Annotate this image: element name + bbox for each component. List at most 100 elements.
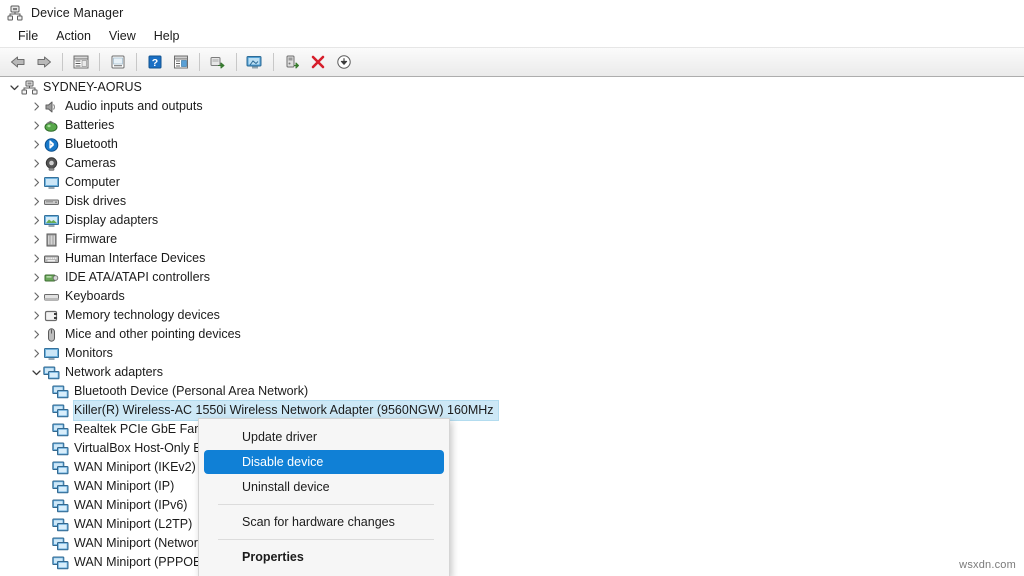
menu-file[interactable]: File bbox=[9, 27, 47, 45]
toolbar-view[interactable] bbox=[169, 51, 193, 74]
menu-action[interactable]: Action bbox=[47, 27, 100, 45]
toolbar-separator-5 bbox=[236, 53, 237, 71]
toolbar-separator-6 bbox=[273, 53, 274, 71]
toolbar-console-tree[interactable] bbox=[69, 51, 93, 74]
device-tree[interactable]: SYDNEY-AORUS Audio inputs and outputs bbox=[0, 78, 1024, 576]
firmware-icon bbox=[43, 232, 60, 248]
chevron-right-icon[interactable] bbox=[30, 176, 43, 189]
mouse-icon bbox=[43, 327, 60, 343]
network-device-icon bbox=[52, 479, 69, 495]
toolbar-help[interactable]: ? bbox=[143, 51, 167, 74]
chevron-right-icon[interactable] bbox=[30, 157, 43, 170]
tree-item-virtualbox-host-only-ethernet-adapter[interactable]: VirtualBox Host-Only Ethernet Adapter bbox=[0, 439, 1024, 458]
monitor-icon bbox=[43, 346, 60, 362]
scan-hardware-changes-icon bbox=[245, 54, 265, 70]
tree-item-memory-technology-devices[interactable]: Memory technology devices bbox=[0, 306, 1024, 325]
tree-item-human-interface-devices[interactable]: Human Interface Devices bbox=[0, 249, 1024, 268]
tree-item-label: Disk drives bbox=[65, 192, 130, 211]
tree-item-label: Audio inputs and outputs bbox=[65, 97, 207, 116]
tree-item-ide-ata-atapi-controllers[interactable]: IDE ATA/ATAPI controllers bbox=[0, 268, 1024, 287]
network-device-icon bbox=[52, 403, 69, 419]
tree-item-label: Monitors bbox=[65, 344, 117, 363]
toolbar-disable[interactable] bbox=[332, 51, 356, 74]
tree-item-label: Batteries bbox=[65, 116, 118, 135]
tree-item-wan-miniport-ip[interactable]: WAN Miniport (IP) bbox=[0, 477, 1024, 496]
chevron-down-icon[interactable] bbox=[30, 366, 43, 379]
window-title: Device Manager bbox=[31, 6, 123, 20]
toolbar-properties[interactable] bbox=[106, 51, 130, 74]
tree-item-label: WAN Miniport (IKEv2) bbox=[74, 458, 200, 477]
tree-root-sydney-aorus[interactable]: SYDNEY-AORUS bbox=[0, 78, 1024, 97]
tree-item-label: Bluetooth Device (Personal Area Network) bbox=[74, 382, 312, 401]
menu-help[interactable]: Help bbox=[145, 27, 189, 45]
toolbar-separator-1 bbox=[62, 53, 63, 71]
computer-root-icon bbox=[21, 80, 38, 96]
context-menu-separator-1 bbox=[218, 504, 434, 505]
tree-item-batteries[interactable]: Batteries bbox=[0, 116, 1024, 135]
chevron-right-icon[interactable] bbox=[30, 100, 43, 113]
help-icon: ? bbox=[146, 54, 164, 70]
toolbar-add-hardware[interactable] bbox=[280, 51, 304, 74]
tree-item-realtek-pcie-gbe-family-controller[interactable]: Realtek PCIe GbE Family Controller bbox=[0, 420, 1024, 439]
network-device-icon bbox=[52, 555, 69, 571]
tree-item-bluetooth-device-personal-area-network[interactable]: Bluetooth Device (Personal Area Network) bbox=[0, 382, 1024, 401]
tree-item-wan-miniport-l2tp[interactable]: WAN Miniport (L2TP) bbox=[0, 515, 1024, 534]
network-device-icon bbox=[52, 517, 69, 533]
tree-item-keyboards[interactable]: Keyboards bbox=[0, 287, 1024, 306]
context-menu: Update driver Disable device Uninstall d… bbox=[198, 418, 450, 576]
chevron-right-icon[interactable] bbox=[30, 290, 43, 303]
toolbar-scan-hardware[interactable] bbox=[243, 51, 267, 74]
ctx-disable-device[interactable]: Disable device bbox=[204, 450, 444, 474]
tree-item-cameras[interactable]: Cameras bbox=[0, 154, 1024, 173]
tree-item-label: Firmware bbox=[65, 230, 121, 249]
tree-item-computer[interactable]: Computer bbox=[0, 173, 1024, 192]
disk-drive-icon bbox=[43, 194, 60, 210]
display-adapter-icon bbox=[43, 213, 60, 229]
ctx-update-driver[interactable]: Update driver bbox=[204, 425, 444, 449]
computer-icon bbox=[43, 175, 60, 191]
tree-item-wan-miniport-network-monitor[interactable]: WAN Miniport (Network Monitor) bbox=[0, 534, 1024, 553]
tree-item-disk-drives[interactable]: Disk drives bbox=[0, 192, 1024, 211]
tree-item-wan-miniport-pppoe[interactable]: WAN Miniport (PPPOE) bbox=[0, 553, 1024, 572]
chevron-right-icon[interactable] bbox=[30, 347, 43, 360]
chevron-right-icon[interactable] bbox=[30, 233, 43, 246]
speaker-icon bbox=[43, 99, 60, 115]
show-hide-console-tree-icon bbox=[72, 54, 90, 70]
tree-item-wan-miniport-ikev2[interactable]: WAN Miniport (IKEv2) bbox=[0, 458, 1024, 477]
toolbar: ? bbox=[0, 48, 1024, 77]
tree-item-bluetooth[interactable]: Bluetooth bbox=[0, 135, 1024, 154]
tree-item-firmware[interactable]: Firmware bbox=[0, 230, 1024, 249]
chevron-right-icon[interactable] bbox=[30, 252, 43, 265]
toolbar-uninstall[interactable] bbox=[306, 51, 330, 74]
chevron-right-icon[interactable] bbox=[30, 195, 43, 208]
ctx-scan-hardware-changes[interactable]: Scan for hardware changes bbox=[204, 510, 444, 534]
menu-view[interactable]: View bbox=[100, 27, 145, 45]
chevron-right-icon[interactable] bbox=[30, 328, 43, 341]
tree-item-mice-and-other-pointing-devices[interactable]: Mice and other pointing devices bbox=[0, 325, 1024, 344]
chevron-right-icon[interactable] bbox=[30, 214, 43, 227]
tree-item-network-adapters[interactable]: Network adapters bbox=[0, 363, 1024, 382]
tree-item-label: Computer bbox=[65, 173, 124, 192]
chevron-right-icon[interactable] bbox=[30, 138, 43, 151]
toolbar-update-driver[interactable] bbox=[206, 51, 230, 74]
tree-item-monitors[interactable]: Monitors bbox=[0, 344, 1024, 363]
chevron-right-icon[interactable] bbox=[30, 309, 43, 322]
tree-item-audio-inputs-and-outputs[interactable]: Audio inputs and outputs bbox=[0, 97, 1024, 116]
chevron-down-icon[interactable] bbox=[8, 81, 21, 94]
toolbar-separator-4 bbox=[199, 53, 200, 71]
toolbar-forward[interactable] bbox=[32, 51, 56, 74]
toolbar-back[interactable] bbox=[6, 51, 30, 74]
tree-item-label: WAN Miniport (IP) bbox=[74, 477, 178, 496]
ctx-uninstall-device[interactable]: Uninstall device bbox=[204, 475, 444, 499]
add-legacy-hardware-icon bbox=[283, 54, 301, 70]
tree-item-killer-wireless-ac-1550i[interactable]: Killer(R) Wireless-AC 1550i Wireless Net… bbox=[0, 401, 1024, 420]
chevron-right-icon[interactable] bbox=[30, 119, 43, 132]
battery-icon bbox=[43, 118, 60, 134]
ctx-properties[interactable]: Properties bbox=[204, 545, 444, 569]
tree-item-wan-miniport-ipv6[interactable]: WAN Miniport (IPv6) bbox=[0, 496, 1024, 515]
chevron-right-icon[interactable] bbox=[30, 271, 43, 284]
watermark: wsxdn.com bbox=[959, 559, 1016, 571]
tree-item-display-adapters[interactable]: Display adapters bbox=[0, 211, 1024, 230]
tree-item-label: WAN Miniport (L2TP) bbox=[74, 515, 196, 534]
tree-item-label: Display adapters bbox=[65, 211, 162, 230]
